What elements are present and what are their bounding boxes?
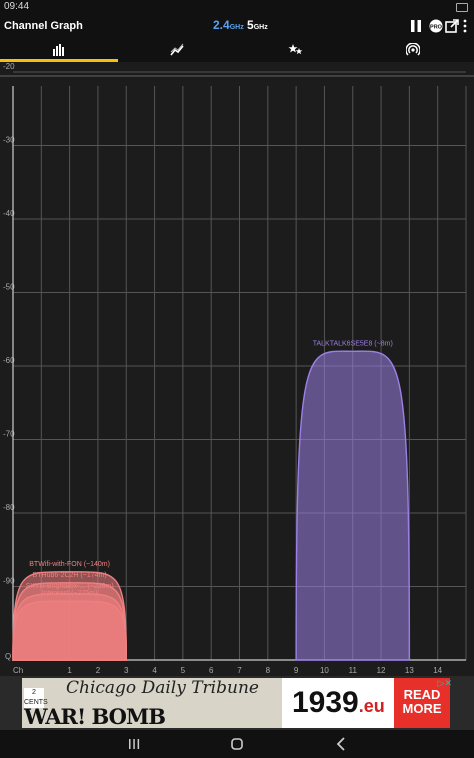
band-24ghz-toggle[interactable]: 2.4GHz [213,18,244,32]
x-tick-label: 14 [433,666,442,674]
wifi-tower-icon [406,43,420,56]
line-chart-icon [170,43,184,56]
x-tick-label: 12 [377,666,386,674]
band-5-label: 5 [247,18,254,32]
ad-banner[interactable]: 2 CENTS Chicago Daily Tribune WAR! BOMB … [0,676,474,730]
ad-year: 1939 [292,686,359,719]
band-24-unit: GHz [229,24,244,31]
x-tick-label: 7 [237,666,242,674]
network-label: Intereast (~275m) [42,590,97,597]
network-label: TALKTALK6SE5E8 (~8m) [313,340,393,347]
ad-newspaper-image: 2 CENTS Chicago Daily Tribune WAR! BOMB … [22,678,282,728]
system-nav-bar [0,730,474,758]
more-vert-icon[interactable] [462,19,474,33]
channel-rating-tab[interactable] [236,40,354,62]
stars-icon [288,44,303,55]
tab-bar [0,40,474,62]
x-tick-label: 11 [349,666,358,674]
ad-info-icon[interactable]: ▷✕ [438,678,452,689]
x-axis-label: Ch [13,666,23,674]
recents-icon[interactable] [125,735,143,753]
ad-logo: 1939.eu [292,686,385,720]
signal-curve [12,600,127,661]
band-24-label: 2.4 [213,18,230,32]
band-5ghz-toggle[interactable]: 5GHz [247,18,268,32]
x-tick-label: 10 [320,666,329,674]
ad-tld: .eu [358,696,385,716]
x-tick-label: 13 [405,666,414,674]
x-tick-label: 2 [96,666,101,674]
band-5-unit: GHz [253,24,268,31]
pause-icon[interactable] [409,19,423,33]
network-label: SKYR-BrightBox-... (~236m) [26,583,114,590]
status-bar: 09:44 [0,0,474,14]
ad-headline: WAR! BOMB WARSAW! [24,704,166,728]
x-tick-label: 4 [152,666,157,674]
pro-badge-icon[interactable]: PRO [429,19,443,33]
back-icon[interactable] [333,735,351,753]
network-label: BTWifi-with-FON (~140m) [29,561,110,568]
share-icon[interactable] [445,19,459,33]
x-tick-label: 3 [124,666,129,674]
y-tick-label: -20 [3,62,15,71]
ad-newspaper-title: Chicago Daily Tribune [66,678,259,698]
network-label: BTHub6-2C2H (~174m) [33,572,107,579]
battery-icon [456,3,468,12]
y-axis-label: Q [5,652,11,661]
home-icon[interactable] [228,735,246,753]
signal-curve [295,350,411,661]
bar-chart-icon [53,44,64,56]
app-bar: Channel Graph 2.4GHz 5GHz PRO [0,14,474,40]
x-tick-label: 6 [209,666,214,674]
x-tick-label: 8 [266,666,271,674]
x-tick-label: 5 [181,666,186,674]
access-points-tab[interactable] [354,40,472,62]
page-title: Channel Graph [4,20,83,32]
svg-text:PRO: PRO [430,24,443,30]
x-tick-label: 9 [294,666,299,674]
channel-graph-tab[interactable] [0,40,118,62]
time-graph-tab[interactable] [118,40,236,62]
channel-graph-chart: -20-30-40-50-60-70-80-90QCh 1 2 3 4 5 6 7 8 9 10 11… [0,62,474,674]
x-tick-label: 1 [67,666,72,674]
clock: 09:44 [4,1,30,12]
